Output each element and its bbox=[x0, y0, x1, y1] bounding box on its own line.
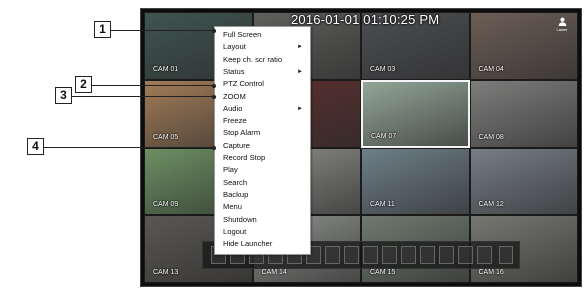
menu-item-label: Search bbox=[223, 177, 248, 187]
menu-item-audio[interactable]: Audio ► bbox=[223, 103, 309, 115]
menu-item-zoom[interactable]: ZOOM bbox=[223, 91, 309, 103]
menu-item-stop-alarm[interactable]: Stop Alarm bbox=[223, 127, 309, 139]
submenu-arrow-icon: ► bbox=[297, 44, 303, 51]
launcher-button[interactable] bbox=[439, 246, 454, 264]
menu-item-label: PTZ Control bbox=[223, 79, 264, 89]
menu-item-label: Play bbox=[223, 165, 238, 175]
context-menu: Full Screen Layout ► Keep ch. scr ratio Stat… bbox=[214, 26, 311, 255]
camera-label: CAM 13 bbox=[153, 269, 179, 276]
leader-line bbox=[111, 28, 216, 33]
camera-label: CAM 03 bbox=[370, 65, 396, 73]
callout-3: 3 bbox=[55, 87, 72, 104]
menu-item-label: Keep ch. scr ratio bbox=[223, 54, 283, 64]
user-icon bbox=[558, 17, 566, 26]
menu-item-logout[interactable]: Logout bbox=[223, 226, 309, 238]
layout-grid-button[interactable] bbox=[458, 246, 473, 264]
menu-item-label: Full Screen bbox=[223, 30, 262, 39]
menu-item-search[interactable]: Search bbox=[223, 177, 309, 189]
date-time-display: 2016-01-01 01:10:25 PM bbox=[291, 12, 440, 27]
menu-item-ptz-control[interactable]: PTZ Control bbox=[223, 78, 309, 90]
user-label: Lawer bbox=[556, 27, 568, 32]
menu-item-full-screen[interactable]: Full Screen bbox=[223, 29, 309, 41]
menu-item-keep-ch-scr-ratio[interactable]: Keep ch. scr ratio bbox=[223, 54, 309, 66]
camera-label: CAM 14 bbox=[261, 269, 287, 276]
leader-line bbox=[92, 83, 216, 88]
menu-item-label: Hide Launcher bbox=[223, 239, 273, 249]
camera-label: CAM 05 bbox=[153, 133, 179, 141]
menu-item-label: Layout bbox=[223, 42, 246, 52]
menu-item-label: Audio bbox=[223, 103, 243, 113]
launcher-button[interactable] bbox=[325, 246, 340, 264]
camera-label: CAM 16 bbox=[478, 269, 504, 276]
camera-label: CAM 07 bbox=[371, 132, 397, 140]
menu-item-label: Freeze bbox=[223, 116, 247, 126]
menu-item-label: Capture bbox=[223, 140, 251, 150]
menu-item-label: ZOOM bbox=[223, 91, 246, 101]
menu-item-backup[interactable]: Backup bbox=[223, 189, 309, 201]
camera-tile[interactable]: CAM 08 bbox=[469, 79, 578, 148]
camera-label: CAM 15 bbox=[370, 269, 396, 276]
leader-line bbox=[72, 94, 216, 99]
camera-label: CAM 11 bbox=[370, 201, 395, 209]
menu-item-label: Stop Alarm bbox=[223, 128, 261, 138]
menu-item-label: Logout bbox=[223, 226, 247, 236]
menu-item-freeze[interactable]: Freeze bbox=[223, 115, 309, 127]
camera-tile[interactable]: CAM 11 bbox=[361, 147, 470, 216]
launcher-button[interactable] bbox=[363, 246, 378, 264]
camera-label: CAM 08 bbox=[478, 133, 504, 141]
camera-label: CAM 12 bbox=[478, 201, 504, 209]
menu-item-capture[interactable]: Capture bbox=[223, 140, 309, 152]
menu-item-record-stop[interactable]: Record Stop bbox=[223, 152, 309, 164]
camera-tile[interactable]: CAM 07 bbox=[361, 79, 470, 148]
menu-item-menu[interactable]: Menu bbox=[223, 201, 309, 213]
launcher-button[interactable] bbox=[420, 246, 435, 264]
camera-label: CAM 04 bbox=[478, 65, 504, 73]
launcher-button[interactable] bbox=[477, 246, 492, 264]
menu-item-layout[interactable]: Layout ► bbox=[223, 41, 309, 53]
camera-label: CAM 09 bbox=[153, 201, 179, 209]
launcher-expand-button[interactable] bbox=[499, 246, 513, 264]
menu-item-play[interactable]: Play bbox=[223, 164, 309, 176]
camera-label: CAM 01 bbox=[153, 65, 179, 73]
menu-item-shutdown[interactable]: Shutdown bbox=[223, 214, 309, 226]
menu-item-status[interactable]: Status ► bbox=[223, 66, 309, 78]
submenu-arrow-icon: ► bbox=[297, 105, 303, 112]
leader-line bbox=[44, 145, 216, 150]
user-button[interactable]: Lawer bbox=[552, 17, 572, 35]
camera-tile[interactable]: CAM 12 bbox=[469, 147, 578, 216]
menu-item-hide-launcher[interactable]: Hide Launcher bbox=[223, 238, 309, 250]
launcher-button[interactable] bbox=[401, 246, 416, 264]
submenu-arrow-icon: ► bbox=[297, 68, 303, 75]
menu-item-label: Menu bbox=[223, 202, 242, 212]
callout-1: 1 bbox=[94, 21, 111, 38]
menu-item-label: Shutdown bbox=[223, 214, 257, 224]
callout-2: 2 bbox=[75, 76, 92, 93]
launcher-button[interactable] bbox=[344, 246, 359, 264]
menu-item-label: Record Stop bbox=[223, 153, 266, 162]
menu-item-label: Status bbox=[223, 66, 245, 76]
menu-item-label: Backup bbox=[223, 189, 249, 199]
callout-4: 4 bbox=[27, 138, 44, 155]
launcher-button[interactable] bbox=[382, 246, 397, 264]
